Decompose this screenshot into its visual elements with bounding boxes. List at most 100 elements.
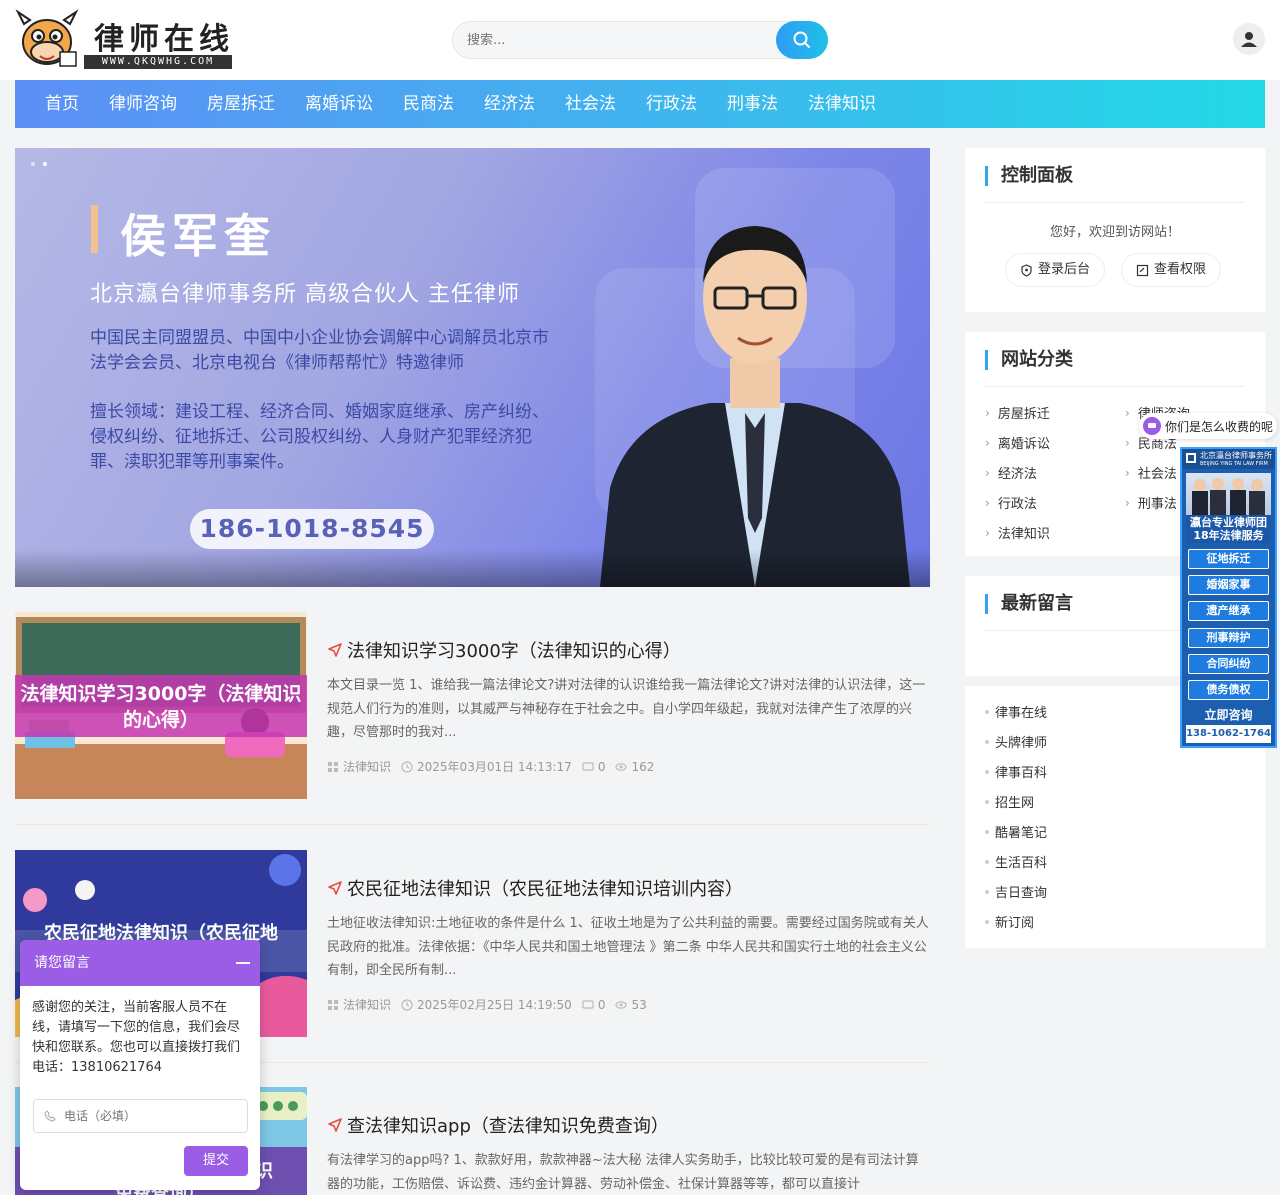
logo-title: 律师在线 <box>94 22 234 57</box>
search-icon <box>793 31 810 48</box>
category-label: 刑事法 <box>1137 497 1177 512</box>
friend-link[interactable]: 吉日查询 <box>985 882 1047 901</box>
hero-banner[interactable]: 侯军奎 北京瀛台律师事务所 高级合伙人 主任律师 中国民主同盟盟员、中国中小企业… <box>15 148 930 587</box>
article-date: 2025年03月01日 14:13:17 <box>401 758 572 775</box>
minimize-icon[interactable] <box>236 962 250 964</box>
article-title[interactable]: 查法律知识app（查法律知识免费查询） <box>327 1112 669 1138</box>
clock-icon <box>401 998 413 1011</box>
search-button[interactable] <box>776 21 828 59</box>
category-link[interactable]: › 房屋拆迁 <box>985 403 1050 423</box>
ad-service-button[interactable]: 合同纠纷 <box>1188 654 1269 674</box>
nav-item-criminal[interactable]: 刑事法 <box>712 80 793 128</box>
bullet-icon <box>985 859 989 864</box>
chevron-right-icon: › <box>985 405 990 420</box>
nav-item-civil[interactable]: 民商法 <box>388 80 469 128</box>
chat-bubble[interactable]: 你们是怎么收费的呢 <box>1139 413 1277 439</box>
widget-title: 控制面板 <box>985 166 1073 186</box>
bullet-icon <box>985 919 989 924</box>
friend-link[interactable]: 新订阅 <box>985 912 1034 931</box>
category-link[interactable]: › 社会法 <box>1125 463 1177 483</box>
nav-item-knowledge[interactable]: 法律知识 <box>793 80 891 128</box>
nav-item-divorce[interactable]: 离婚诉讼 <box>290 80 388 128</box>
control-panel-widget: 控制面板 您好，欢迎到访网站！ 登录后台 查看权限 <box>965 148 1265 312</box>
ad-firm-english: BEIJING YING TAI LAW FIRM <box>1200 461 1268 467</box>
article-category[interactable]: 法律知识 <box>327 996 391 1013</box>
article-thumbnail[interactable]: 法律知识学习3000字（法律知识的心得） <box>15 612 307 799</box>
friend-link[interactable]: 头牌律师 <box>985 732 1047 751</box>
article-date-text: 2025年02月25日 14:19:50 <box>417 998 572 1012</box>
banner-shadow <box>15 549 930 587</box>
ad-service-button[interactable]: 刑事辩护 <box>1188 628 1269 648</box>
ad-service-button[interactable]: 遗产继承 <box>1188 601 1269 621</box>
view-permission-button[interactable]: 查看权限 <box>1121 253 1222 287</box>
article-category[interactable]: 法律知识 <box>327 758 391 775</box>
category-link[interactable]: › 离婚诉讼 <box>985 433 1050 453</box>
message-box-header[interactable]: 请您留言 <box>20 940 260 986</box>
login-admin-button[interactable]: 登录后台 <box>1005 253 1106 287</box>
article-views-count: 162 <box>631 759 655 774</box>
search-input[interactable] <box>467 22 767 58</box>
slider-dot[interactable] <box>31 162 35 166</box>
bullet-icon <box>985 829 989 834</box>
category-link[interactable]: › 刑事法 <box>1125 493 1177 513</box>
category-link[interactable]: › 行政法 <box>985 493 1037 513</box>
chevron-right-icon: › <box>985 465 990 480</box>
friend-link[interactable]: 律事百科 <box>985 762 1047 781</box>
article-title[interactable]: 农民征地法律知识（农民征地法律知识培训内容） <box>327 875 743 901</box>
comment-icon <box>582 999 594 1009</box>
phone-input[interactable] <box>64 1109 234 1123</box>
message-box-title: 请您留言 <box>34 955 90 971</box>
ad-service-button[interactable]: 征地拆迁 <box>1188 549 1269 569</box>
friend-link[interactable]: 生活百科 <box>985 852 1047 871</box>
category-link[interactable]: › 法律知识 <box>985 523 1050 543</box>
nav-item-social[interactable]: 社会法 <box>550 80 631 128</box>
article-title[interactable]: 法律知识学习3000字（法律知识的心得） <box>327 637 681 663</box>
nav-item-admin[interactable]: 行政法 <box>631 80 712 128</box>
slider-dot-active[interactable] <box>43 162 47 166</box>
site-logo[interactable]: 律师在线 WWW.QKQWHG.COM <box>14 8 234 70</box>
user-avatar-button[interactable] <box>1233 23 1265 55</box>
ad-slogan: 瀛台专业律师团 18年法律服务 <box>1186 515 1271 543</box>
article-comments-count: 0 <box>597 997 606 1012</box>
login-admin-label: 登录后台 <box>1038 262 1091 277</box>
user-icon <box>1241 32 1257 47</box>
friend-link[interactable]: 酷暑笔记 <box>985 822 1047 841</box>
article-title-text: 查法律知识app（查法律知识免费查询） <box>347 1116 669 1137</box>
send-icon <box>328 643 342 657</box>
chevron-right-icon: › <box>1125 405 1130 420</box>
friend-link[interactable]: 招生网 <box>985 792 1034 811</box>
ad-consult-button[interactable]: 立即咨询 <box>1182 706 1275 724</box>
logo-subtitle: WWW.QKQWHG.COM <box>84 55 232 69</box>
widget-title: 网站分类 <box>985 350 1073 370</box>
law-firm-floating-ad[interactable]: 北京瀛台律师事务所 BEIJING YING TAI LAW FIRM 瀛台专业… <box>1180 447 1277 748</box>
firm-logo-icon <box>1186 453 1196 463</box>
widget-title: 最新留言 <box>985 594 1073 614</box>
nav-item-demolition[interactable]: 房屋拆迁 <box>192 80 290 128</box>
cow-mascot-icon <box>15 9 79 67</box>
widget-divider <box>985 202 1245 203</box>
banner-accent-bar <box>91 205 98 253</box>
bullet-icon <box>985 799 989 804</box>
main-nav: 首页 律师咨询 房屋拆迁 离婚诉讼 民商法 经济法 社会法 行政法 刑事法 法律… <box>15 80 1265 128</box>
shield-icon <box>1021 263 1032 277</box>
category-label: 行政法 <box>997 497 1037 512</box>
nav-item-economic[interactable]: 经济法 <box>469 80 550 128</box>
category-link[interactable]: › 经济法 <box>985 463 1037 483</box>
eye-icon <box>615 762 628 771</box>
eye-icon <box>615 1000 628 1009</box>
send-icon <box>328 1118 342 1132</box>
nav-item-home[interactable]: 首页 <box>30 80 94 128</box>
nav-item-consult[interactable]: 律师咨询 <box>94 80 192 128</box>
ad-service-button[interactable]: 债务债权 <box>1188 680 1269 700</box>
friend-link-label: 律事百科 <box>995 766 1048 781</box>
ad-service-button[interactable]: 婚姻家事 <box>1188 575 1269 595</box>
friend-link[interactable]: 律事在线 <box>985 702 1047 721</box>
ad-header: 北京瀛台律师事务所 BEIJING YING TAI LAW FIRM <box>1182 449 1275 469</box>
bullet-icon <box>985 709 989 714</box>
message-box-text: 感谢您的关注，当前客服人员不在线，请填写一下您的信息，我们会尽快和您联系。您也可… <box>32 1000 241 1075</box>
site-header: 律师在线 WWW.QKQWHG.COM <box>0 0 1280 80</box>
chat-bubble-text: 你们是怎么收费的呢 <box>1165 419 1274 434</box>
article-comments: 0 <box>582 760 605 774</box>
submit-button[interactable]: 提交 <box>184 1146 248 1176</box>
article-excerpt: 本文目录一览 1、谁给我一篇法律论文?讲对法律的认识谁给我一篇法律论文?讲对法律… <box>327 678 926 740</box>
